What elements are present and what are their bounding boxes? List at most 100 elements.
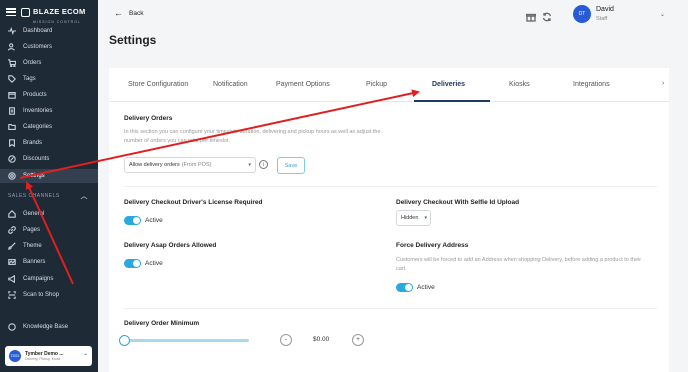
decrease-button[interactable]: -: [280, 334, 292, 346]
sidebar-item-knowledge-base[interactable]: Knowledge Base: [0, 320, 98, 334]
store-subtitle: Delivery, Pickup, Kiosk: [25, 357, 61, 361]
license-required-toggle-label: Active: [145, 217, 163, 224]
gear-icon: [8, 172, 16, 180]
sidebar-item-banners[interactable]: Banners: [0, 255, 98, 269]
sidebar-item-label: Inventories: [23, 108, 53, 114]
sidebar-item-products[interactable]: Products: [0, 88, 98, 102]
store-switcher[interactable]: TDS1 Tymber Demo ... Delivery, Pickup, K…: [5, 346, 92, 366]
avatar[interactable]: DT: [573, 5, 591, 23]
sidebar-item-dashboard[interactable]: Dashboard: [0, 24, 98, 38]
sidebar-item-discounts[interactable]: Discounts: [0, 152, 98, 166]
increase-button[interactable]: +: [352, 334, 364, 346]
megaphone-icon: [8, 275, 16, 283]
sidebar-item-label: Theme: [23, 243, 42, 249]
info-icon[interactable]: i: [259, 160, 268, 169]
asap-orders-toggle[interactable]: [124, 259, 141, 268]
sidebar-item-label: Dashboard: [23, 28, 53, 34]
sidebar: BLAZE ECOM MISSION CONTROL Dashboard Cus…: [0, 0, 98, 372]
sidebar-item-campaigns[interactable]: Campaigns: [0, 272, 98, 286]
image-icon: [8, 258, 16, 266]
cart-icon: [8, 59, 16, 67]
active-tab-indicator: [414, 100, 490, 102]
brand-tagline: MISSION CONTROL: [33, 19, 81, 24]
sidebar-item-label: Campaigns: [23, 276, 54, 282]
asap-orders-toggle-label: Active: [145, 260, 163, 267]
license-required-toggle[interactable]: [124, 216, 141, 225]
force-address-description: Customers will be forced to add an Addre…: [396, 257, 642, 272]
sales-channels-header[interactable]: SALES CHANNELS ︿: [8, 191, 88, 201]
order-minimum-title: Delivery Order Minimum: [124, 320, 200, 327]
sidebar-item-customers[interactable]: Customers: [0, 40, 98, 54]
sidebar-item-brands[interactable]: Brands: [0, 136, 98, 150]
chevron-down-icon: ▾: [248, 162, 251, 168]
sidebar-item-scan-to-shop[interactable]: Scan to Shop: [0, 288, 98, 302]
sidebar-item-tags[interactable]: Tags: [0, 72, 98, 86]
selfie-upload-title: Delivery Checkout With Selfie Id Upload: [396, 199, 520, 206]
refresh-icon[interactable]: [542, 9, 552, 22]
gift-icon[interactable]: [525, 9, 537, 22]
sidebar-item-general[interactable]: General: [0, 207, 98, 221]
tab-pickup[interactable]: Pickup: [366, 81, 387, 88]
users-icon: [8, 43, 16, 51]
tab-notification[interactable]: Notification: [213, 81, 248, 88]
link-icon: [8, 226, 16, 234]
sidebar-item-theme[interactable]: Theme: [0, 239, 98, 253]
chevron-down-icon[interactable]: ⌄: [660, 11, 665, 18]
sidebar-item-label: Brands: [23, 140, 43, 146]
tab-payment-options[interactable]: Payment Options: [276, 81, 330, 88]
scan-icon: [8, 291, 16, 299]
top-bar: ← Back DT David Staff ⌄: [98, 0, 688, 30]
force-address-toggle-label: Active: [417, 284, 435, 291]
delivery-orders-title: Delivery Orders: [124, 115, 173, 122]
store-info: Tymber Demo ... Delivery, Pickup, Kiosk: [25, 351, 64, 361]
sidebar-item-pages[interactable]: Pages: [0, 223, 98, 237]
chevron-up-icon[interactable]: ︿: [81, 191, 89, 201]
tab-integrations[interactable]: Integrations: [573, 81, 610, 88]
brand-header: BLAZE ECOM MISSION CONTROL: [0, 0, 98, 24]
clipboard-icon: [8, 107, 16, 115]
sidebar-item-orders[interactable]: Orders: [0, 56, 98, 70]
settings-tabs: Store Configuration Notification Payment…: [109, 68, 669, 102]
menu-icon[interactable]: [6, 8, 16, 16]
tag-icon: [8, 75, 16, 83]
select-hint: (From POS): [181, 162, 212, 168]
brand-name: BLAZE ECOM: [33, 6, 86, 16]
logo-icon: [21, 7, 30, 17]
sidebar-item-label: Customers: [23, 44, 53, 50]
order-minimum-slider-thumb[interactable]: [119, 335, 130, 346]
section-label: SALES CHANNELS: [8, 193, 60, 199]
page-title: Settings: [109, 33, 157, 47]
brush-icon: [8, 242, 16, 250]
box-icon: [8, 91, 16, 99]
selfie-upload-select[interactable]: Hidden ▾: [396, 210, 431, 226]
license-required-title: Delivery Checkout Driver's License Requi…: [124, 199, 263, 206]
save-button[interactable]: Save: [277, 157, 305, 174]
sidebar-item-label: Tags: [23, 76, 36, 82]
user-name: David: [596, 6, 614, 13]
back-label: Back: [129, 10, 144, 17]
arrow-left-icon: ←: [114, 8, 123, 18]
force-address-title: Force Delivery Address: [396, 242, 469, 249]
sidebar-item-settings[interactable]: Settings: [0, 169, 98, 183]
folder-icon: [8, 123, 16, 131]
chevron-updown-icon: ⌃: [82, 353, 88, 360]
select-value: Hidden: [401, 215, 419, 221]
tab-kiosks[interactable]: Kiosks: [509, 81, 530, 88]
sidebar-item-categories[interactable]: Categories: [0, 120, 98, 134]
tab-deliveries[interactable]: Deliveries: [432, 81, 465, 88]
chevron-right-icon[interactable]: ›: [662, 80, 664, 87]
sidebar-item-label: Pages: [23, 227, 41, 233]
back-button[interactable]: ← Back: [114, 9, 143, 18]
sidebar-item-inventories[interactable]: Inventories: [0, 104, 98, 118]
force-address-toggle[interactable]: [396, 283, 413, 292]
divider: [124, 308, 657, 309]
sidebar-item-label: Categories: [23, 124, 53, 130]
percent-icon: [8, 155, 16, 163]
chevron-down-icon: ▾: [424, 215, 427, 221]
tab-store-configuration[interactable]: Store Configuration: [128, 81, 188, 88]
brand-logo[interactable]: BLAZE ECOM MISSION CONTROL: [33, 1, 86, 24]
order-minimum-slider-track[interactable]: [124, 339, 249, 342]
sidebar-item-label: Settings: [23, 173, 45, 179]
asap-orders-title: Delivery Asap Orders Allowed: [124, 242, 217, 249]
delivery-orders-select[interactable]: Allow delivery orders (From POS) ▾: [124, 157, 256, 173]
